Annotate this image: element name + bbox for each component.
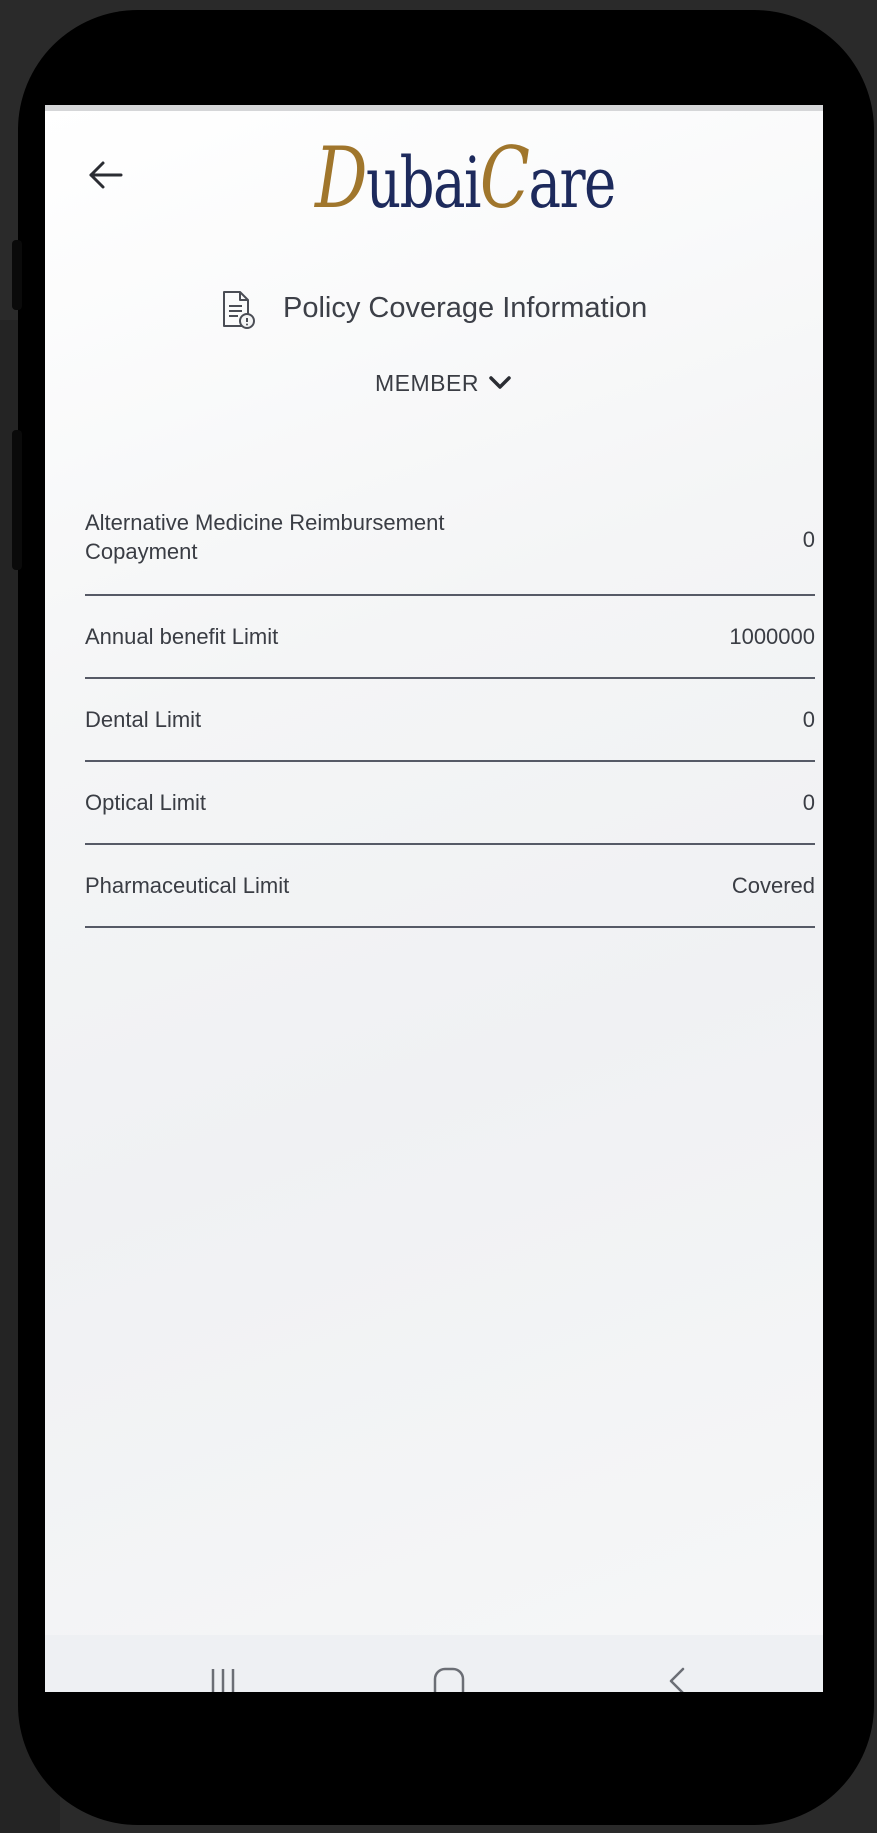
volume-button	[12, 240, 22, 310]
page-title: Policy Coverage Information	[283, 292, 648, 324]
app-screen: DubaiCare Policy Coverage Information ME…	[45, 105, 823, 1692]
coverage-value: 0	[802, 526, 815, 552]
logo-letter-d: D	[315, 129, 368, 227]
coverage-row: Alternative Medicine Reimbursement Copay…	[85, 485, 815, 596]
coverage-row: Annual benefit Limit 1000000	[85, 596, 815, 679]
coverage-row: Pharmaceutical Limit Covered	[85, 845, 815, 928]
coverage-row: Dental Limit 0	[85, 679, 815, 762]
coverage-value: 0	[802, 789, 815, 815]
logo-text-ubai: ubai	[365, 142, 481, 224]
coverage-label: Optical Limit	[85, 790, 207, 815]
coverage-value: 1000000	[729, 623, 815, 649]
coverage-label: Annual benefit Limit	[85, 624, 279, 649]
page-title-row: Policy Coverage Information	[45, 280, 823, 340]
recent-apps-icon[interactable]	[208, 1665, 238, 1692]
member-dropdown-label: MEMBER	[375, 369, 479, 396]
coverage-value: Covered	[731, 872, 815, 898]
coverage-list: Alternative Medicine Reimbursement Copay…	[85, 485, 815, 928]
chevron-down-icon	[489, 376, 511, 389]
coverage-value: 0	[802, 706, 815, 732]
status-bar	[45, 105, 823, 111]
document-info-icon	[220, 290, 256, 330]
member-dropdown[interactable]: MEMBER	[375, 363, 511, 403]
logo-letter-c: C	[479, 129, 530, 227]
logo-text-are: are	[528, 142, 616, 224]
coverage-label: Pharmaceutical Limit	[85, 873, 290, 898]
power-button	[12, 430, 22, 570]
arrow-left-icon[interactable]	[81, 150, 131, 200]
coverage-label: Dental Limit	[85, 707, 202, 732]
home-icon[interactable]	[432, 1665, 466, 1692]
dubaicare-logo: DubaiCare	[315, 123, 616, 233]
system-nav-bar	[45, 1635, 823, 1692]
coverage-row: Optical Limit 0	[85, 762, 815, 845]
back-chevron-icon[interactable]	[665, 1665, 689, 1692]
coverage-label: Alternative Medicine Reimbursement Copay…	[85, 509, 445, 564]
